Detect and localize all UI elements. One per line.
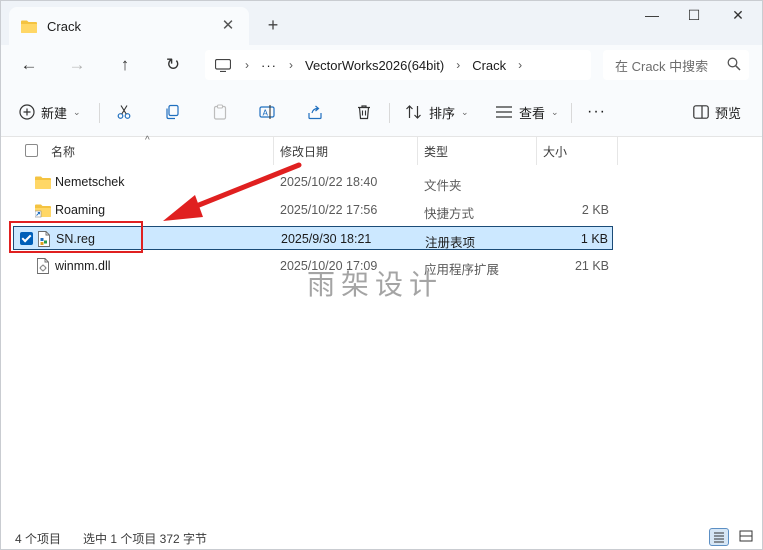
plus-circle-icon [19, 104, 35, 120]
sort-ascending-icon: ^ [145, 135, 150, 146]
file-date: 2025/9/30 18:21 [281, 232, 372, 246]
column-header-size[interactable]: 大小 [543, 143, 567, 160]
tab-title: Crack [47, 18, 81, 34]
column-header-date[interactable]: 修改日期 [280, 143, 328, 160]
file-type: 快捷方式 [424, 207, 475, 221]
file-explorer-window: Crack ✕ + — ☐ ✕ ← → ↑ ↻ › ··· › VectorWo… [0, 0, 763, 550]
maximize-button[interactable]: ☐ [679, 7, 709, 27]
item-count: 4 个项目 [15, 532, 62, 546]
rename-icon: A [259, 105, 275, 119]
file-size: 1 KB [580, 232, 608, 246]
tiles-view-button[interactable] [737, 528, 757, 546]
chevron-down-icon: ⌄ [73, 106, 81, 117]
preview-label: 预览 [715, 105, 742, 121]
column-headers: 名称 ^ 修改日期 类型 大小 [1, 135, 762, 165]
delete-button[interactable] [356, 101, 372, 123]
highlight-box [9, 221, 143, 253]
search-placeholder: 在 Crack 中搜索 [615, 58, 709, 74]
preview-pane-icon [693, 105, 709, 119]
column-header-type[interactable]: 类型 [424, 143, 448, 160]
command-bar: 新建 ⌄ A 排序 ⌄ 查看 ⌄ ··· 预览 [1, 85, 762, 137]
details-view-icon [714, 532, 724, 543]
details-view-button[interactable] [709, 528, 729, 546]
address-row: ← → ↑ ↻ › ··· › VectorWorks2026(64bit) ›… [1, 45, 762, 85]
address-overflow[interactable]: ··· [261, 58, 277, 73]
file-name: Roaming [55, 203, 106, 217]
new-button-label: 新建 [41, 105, 68, 121]
title-bar: Crack ✕ + — ☐ ✕ [1, 1, 762, 45]
sort-button[interactable]: 排序 ⌄ [405, 101, 469, 123]
clipboard-icon [213, 104, 227, 120]
file-date: 2025/10/22 18:40 [280, 175, 378, 189]
search-icon [727, 57, 741, 71]
file-size: 2 KB [581, 203, 609, 217]
up-button[interactable]: ↑ [113, 53, 137, 77]
tab-crack[interactable]: Crack ✕ [9, 7, 249, 45]
scissors-icon [117, 105, 131, 119]
folder-shortcut-icon [35, 204, 51, 218]
chevron-down-icon: ⌄ [461, 106, 469, 117]
chevron-right-icon: › [456, 58, 461, 72]
svg-text:A: A [263, 109, 269, 118]
sort-button-label: 排序 [429, 105, 456, 121]
file-row[interactable]: Nemetschek 2025/10/22 18:40 文件夹 [13, 170, 613, 194]
chevron-right-icon: › [245, 58, 249, 72]
folder-icon [35, 176, 51, 189]
column-divider[interactable] [273, 137, 274, 165]
preview-pane-button[interactable]: 预览 [693, 101, 741, 123]
rename-button[interactable]: A [259, 101, 275, 123]
view-button[interactable]: 查看 ⌄ [495, 101, 559, 123]
selection-info: 选中 1 个项目 372 字节 [83, 532, 208, 546]
watermark: 雨架设计 [307, 268, 444, 301]
more-options-button[interactable]: ··· [587, 101, 606, 123]
breadcrumb-segment[interactable]: Crack [472, 58, 506, 73]
divider [99, 103, 100, 123]
address-bar[interactable]: › ··· › VectorWorks2026(64bit) › Crack › [205, 50, 591, 80]
dll-file-icon [37, 258, 49, 274]
copy-icon [166, 104, 179, 120]
sort-icon [406, 105, 421, 119]
file-size: 21 KB [574, 259, 609, 273]
forward-button[interactable]: → [65, 53, 89, 77]
file-date: 2025/10/22 17:56 [280, 203, 378, 217]
view-button-label: 查看 [519, 105, 546, 121]
new-button[interactable]: 新建 ⌄ [19, 101, 81, 123]
chevron-right-icon: › [289, 58, 293, 72]
copy-button[interactable] [164, 101, 180, 123]
chevron-right-icon: › [518, 58, 523, 72]
share-button[interactable] [307, 101, 323, 123]
divider [571, 103, 572, 123]
refresh-button[interactable]: ↻ [161, 53, 185, 77]
computer-icon [215, 58, 231, 72]
back-button[interactable]: ← [17, 53, 41, 77]
view-list-icon [496, 106, 512, 118]
file-name: winmm.dll [55, 259, 111, 273]
file-type: 注册表项 [425, 236, 476, 250]
select-all-checkbox[interactable] [25, 144, 38, 157]
share-icon [308, 105, 322, 120]
search-input[interactable]: 在 Crack 中搜索 [603, 50, 749, 80]
file-type: 文件夹 [424, 179, 462, 193]
chevron-down-icon: ⌄ [551, 106, 559, 117]
cut-button[interactable] [116, 101, 132, 123]
trash-icon [358, 105, 370, 120]
breadcrumb-segment[interactable]: VectorWorks2026(64bit) [305, 58, 444, 73]
column-divider[interactable] [536, 137, 537, 165]
column-divider[interactable] [617, 137, 618, 165]
status-bar: 4 个项目 选中 1 个项目 372 字节 [1, 523, 762, 549]
tab-close-icon[interactable]: ✕ [219, 17, 237, 35]
tiles-view-icon [739, 530, 753, 542]
new-tab-button[interactable]: + [263, 15, 283, 35]
column-header-name[interactable]: 名称 [51, 143, 75, 160]
file-name: Nemetschek [55, 175, 125, 189]
minimize-button[interactable]: — [637, 7, 667, 27]
close-button[interactable]: ✕ [723, 7, 753, 27]
folder-icon [21, 20, 37, 33]
column-divider[interactable] [417, 137, 418, 165]
divider [389, 103, 390, 123]
paste-button[interactable] [212, 101, 228, 123]
file-row[interactable]: Roaming 2025/10/22 17:56 快捷方式 2 KB [13, 198, 613, 222]
